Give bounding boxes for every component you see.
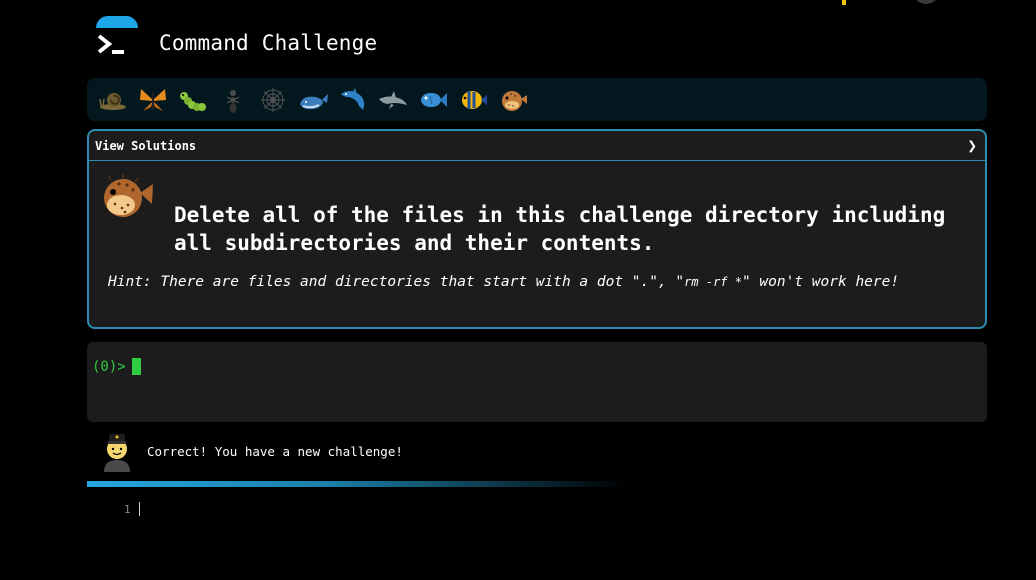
dolphin-gray-icon[interactable] bbox=[373, 80, 413, 120]
app-title[interactable]: Command Challenge bbox=[159, 31, 377, 55]
terminal-logo-icon bbox=[96, 33, 128, 57]
user-avatar[interactable] bbox=[912, 0, 940, 4]
editor-line-number: 1 bbox=[124, 503, 131, 516]
tropical-fish-icon[interactable] bbox=[453, 80, 493, 120]
terminal-prompt: (0)> bbox=[92, 359, 126, 375]
progress-bar bbox=[87, 481, 627, 487]
hint-code: rm -rf * bbox=[684, 275, 742, 289]
captain-avatar-icon bbox=[100, 430, 134, 472]
view-solutions-toggle[interactable]: View Solutions ❯ bbox=[89, 131, 985, 161]
feedback-message: Correct! You have a new challenge! bbox=[147, 444, 403, 459]
challenge-panel: View Solutions ❯ Delete all of the files… bbox=[87, 129, 987, 329]
blowfish-icon[interactable] bbox=[493, 80, 533, 120]
challenge-description: Delete all of the files in this challeng… bbox=[174, 203, 946, 255]
chevron-right-icon[interactable]: ❯ bbox=[967, 136, 977, 155]
spiderweb-icon[interactable] bbox=[253, 80, 293, 120]
hint-suffix: " won't work here! bbox=[741, 274, 900, 290]
butterfly-icon[interactable] bbox=[133, 80, 173, 120]
terminal-input[interactable]: (0)> bbox=[87, 342, 987, 422]
caterpillar-icon[interactable] bbox=[173, 80, 213, 120]
top-decoration bbox=[96, 16, 138, 28]
snail-icon[interactable] bbox=[93, 80, 133, 120]
editor-cursor[interactable] bbox=[139, 502, 140, 516]
level-strip bbox=[87, 78, 987, 121]
blowfish-mascot-icon bbox=[97, 171, 155, 221]
fish-icon[interactable] bbox=[413, 80, 453, 120]
dolphin-icon[interactable] bbox=[333, 80, 373, 120]
view-solutions-label: View Solutions bbox=[95, 138, 197, 153]
hint-text: Hint: There are files and directories th… bbox=[108, 274, 899, 290]
whale-icon[interactable] bbox=[293, 80, 333, 120]
hint-prefix: Hint: There are files and directories th… bbox=[108, 274, 685, 290]
terminal-cursor bbox=[132, 358, 141, 375]
ant-icon[interactable] bbox=[213, 80, 253, 120]
top-accent-mark bbox=[842, 0, 846, 5]
